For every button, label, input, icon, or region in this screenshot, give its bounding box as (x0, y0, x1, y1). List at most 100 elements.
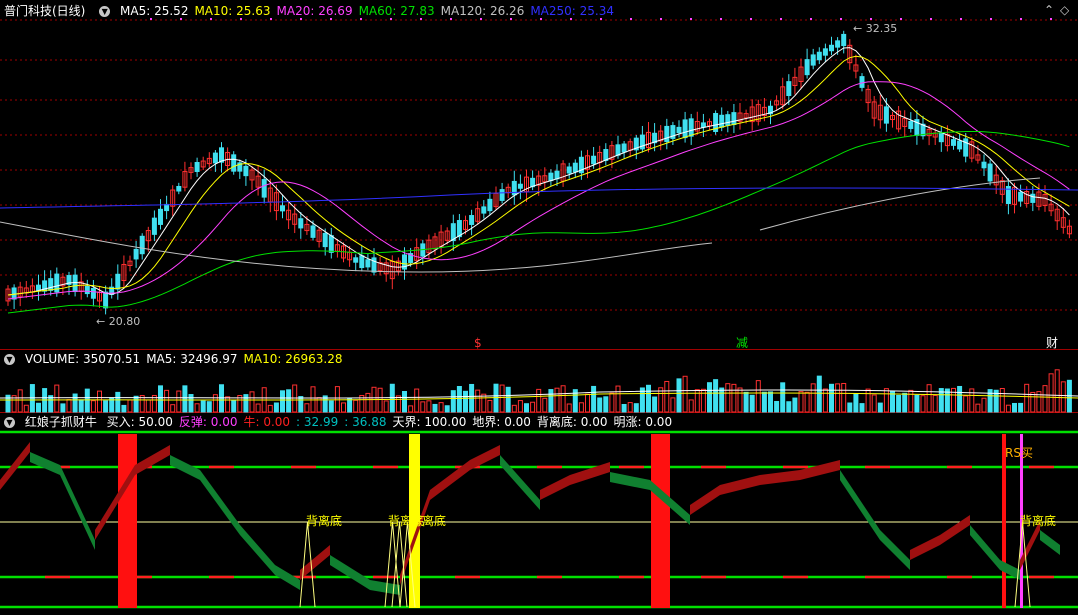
candle-body (688, 118, 694, 137)
candle-body (951, 139, 956, 146)
oscillator-ribbon (800, 460, 840, 480)
signal-dot (630, 18, 632, 20)
candle-body (139, 235, 145, 255)
candle-body (548, 172, 554, 182)
volume-bar (810, 383, 816, 413)
volume-bar (627, 402, 633, 413)
volume-bar (676, 378, 682, 413)
candle-body (48, 278, 54, 291)
volume-bar (1005, 404, 1011, 413)
volume-bar (829, 383, 834, 413)
volume-bar (328, 400, 334, 413)
candle-body (572, 162, 578, 173)
volume-bar (36, 402, 41, 413)
volume-bar (78, 399, 84, 413)
volume-bar (17, 389, 23, 413)
candle-body (810, 54, 816, 66)
volume-bar (164, 389, 170, 413)
volume-bar (621, 403, 627, 413)
volume-bar (902, 392, 908, 413)
candle-body (194, 162, 200, 172)
volume-bar (975, 403, 981, 413)
volume-bar (847, 402, 853, 413)
volume-bar (90, 400, 96, 413)
volume-bar (725, 383, 731, 413)
divergence-label: 背离底 (1020, 513, 1056, 528)
candle-body (90, 287, 96, 299)
oscillator-ribbon (720, 475, 760, 495)
oscillator-ribbon (300, 545, 330, 580)
volume-bar (926, 384, 932, 413)
candle-body (231, 154, 237, 172)
volume-bar (719, 387, 725, 413)
volume-bar (963, 395, 969, 413)
signal-bar (1002, 434, 1006, 608)
volume-bar (511, 404, 517, 413)
rs-buy-label: RS买 (1005, 446, 1033, 460)
volume-bar (853, 393, 859, 413)
candle-body (566, 166, 572, 174)
volume-bar (554, 387, 560, 413)
volume-bar (206, 401, 212, 413)
event-marker: $ (474, 336, 482, 350)
candle-body (804, 59, 810, 76)
candle-body (908, 121, 914, 129)
candle-body (158, 208, 163, 225)
volume-bar (707, 382, 712, 413)
volume-bar (231, 400, 237, 413)
stock-chart-canvas[interactable]: ← 32.35← 20.80$ 减财背离底 背离底背离底 背离底RS买 (0, 0, 1078, 615)
volume-bar (487, 399, 493, 413)
candle-body (981, 161, 987, 169)
volume-bar (865, 388, 871, 413)
candle-body (36, 284, 41, 291)
volume-bar (212, 394, 218, 413)
volume-bar (792, 397, 798, 413)
volume-bar (761, 391, 767, 413)
volume-bar (786, 401, 792, 413)
volume-bar (743, 391, 749, 413)
signal-dot (930, 18, 932, 20)
volume-bar (23, 404, 29, 413)
volume-bar (670, 397, 676, 413)
volume-bar (310, 386, 316, 413)
signal-dot (870, 18, 872, 20)
oscillator-ribbon (30, 452, 60, 475)
volume-bar (420, 401, 426, 413)
candle-body (261, 179, 267, 198)
volume-bar (536, 388, 542, 413)
volume-bar (200, 400, 206, 413)
volume-bar (737, 387, 743, 413)
signal-dot (1020, 18, 1022, 20)
candle-body (371, 257, 377, 273)
event-marker: 财 (1046, 336, 1058, 350)
volume-bar (176, 390, 182, 413)
candle-body (115, 273, 121, 290)
volume-bar (170, 404, 176, 413)
candle-body (554, 170, 560, 180)
volume-bar (243, 394, 249, 413)
volume-bar (402, 391, 407, 413)
signal-dot (240, 18, 242, 20)
volume-bar (597, 397, 603, 413)
volume-bar (1048, 373, 1054, 413)
volume-bar (273, 402, 279, 413)
volume-bar (225, 396, 231, 413)
volume-bar (1030, 391, 1036, 413)
candle-body (365, 259, 371, 268)
volume-bar (713, 379, 719, 413)
volume-bar (615, 385, 621, 413)
volume-bar (755, 380, 761, 413)
volume-bar (365, 392, 371, 413)
oscillator-ribbon (910, 535, 940, 560)
candle-body (219, 147, 224, 163)
volume-bar (920, 395, 926, 413)
volume-bar (682, 375, 688, 413)
candle-body (731, 112, 737, 126)
candle-body (835, 40, 841, 48)
signal-dot (990, 18, 992, 20)
volume-bar (774, 400, 780, 413)
volume-bar (334, 386, 340, 413)
volume-bar (84, 388, 90, 413)
signal-dot (210, 18, 212, 20)
event-marker: 减 (736, 336, 748, 350)
